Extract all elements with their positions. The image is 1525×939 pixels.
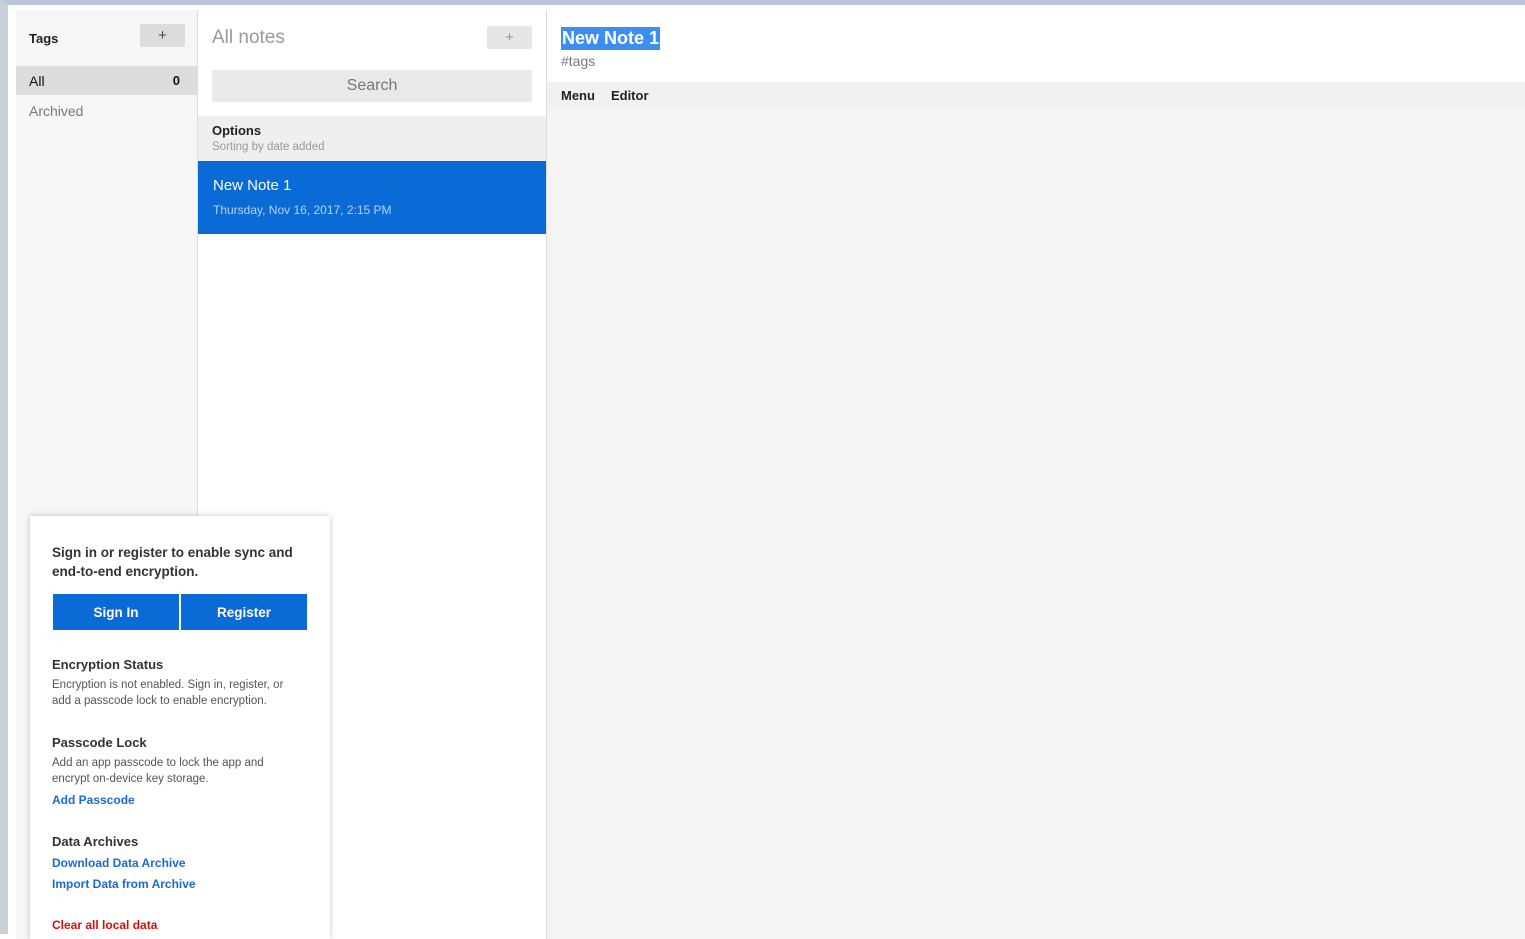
app-window: Tags + All 0 Archived All notes + Option… — [0, 0, 1525, 939]
tag-label: Archived — [29, 102, 84, 119]
add-tag-button[interactable]: + — [140, 24, 185, 47]
tag-item-all[interactable]: All 0 — [16, 66, 197, 95]
sort-description: Sorting by date added — [212, 141, 325, 153]
download-archive-link[interactable]: Download Data Archive — [52, 856, 186, 870]
data-archives-title: Data Archives — [52, 834, 139, 849]
note-item-date: Thursday, Nov 16, 2017, 2:15 PM — [213, 203, 392, 217]
editor-panel: New Note 1 #tags Menu Editor — [547, 10, 1525, 939]
options-title: Options — [212, 123, 262, 138]
note-title-input[interactable]: New Note 1 — [561, 27, 661, 50]
menu-button[interactable]: Menu — [561, 88, 595, 103]
add-note-button[interactable]: + — [487, 26, 532, 49]
encryption-status-title: Encryption Status — [52, 657, 164, 672]
sign-in-button[interactable]: Sign In — [53, 594, 179, 630]
options-bar[interactable]: Options Sorting by date added — [198, 116, 546, 161]
import-archive-link[interactable]: Import Data from Archive — [52, 877, 196, 891]
tags-header: Tags — [29, 31, 59, 46]
search-input[interactable] — [212, 70, 532, 102]
note-text-area[interactable] — [547, 109, 1525, 939]
clear-local-data-link[interactable]: Clear all local data — [52, 918, 157, 932]
passcode-lock-title: Passcode Lock — [52, 735, 147, 750]
note-list-item[interactable]: New Note 1 Thursday, Nov 16, 2017, 2:15 … — [198, 161, 546, 234]
note-tags-input[interactable]: #tags — [561, 53, 595, 69]
tag-item-archived[interactable]: Archived — [16, 96, 197, 125]
editor-toolbar: Menu Editor — [547, 82, 1525, 109]
tag-count: 0 — [172, 73, 180, 88]
notes-panel-title: All notes — [212, 27, 285, 48]
account-panel: Sign in or register to enable sync and e… — [30, 516, 330, 939]
note-item-title: New Note 1 — [213, 177, 292, 194]
passcode-lock-text: Add an app passcode to lock the app and … — [52, 757, 264, 785]
encryption-status-text: Encryption is not enabled. Sign in, regi… — [52, 679, 284, 707]
add-passcode-link[interactable]: Add Passcode — [52, 793, 135, 807]
register-button[interactable]: Register — [181, 594, 307, 630]
tag-label: All — [29, 72, 45, 89]
editor-menu-button[interactable]: Editor — [611, 88, 649, 103]
account-headline: Sign in or register to enable sync and e… — [52, 545, 293, 579]
